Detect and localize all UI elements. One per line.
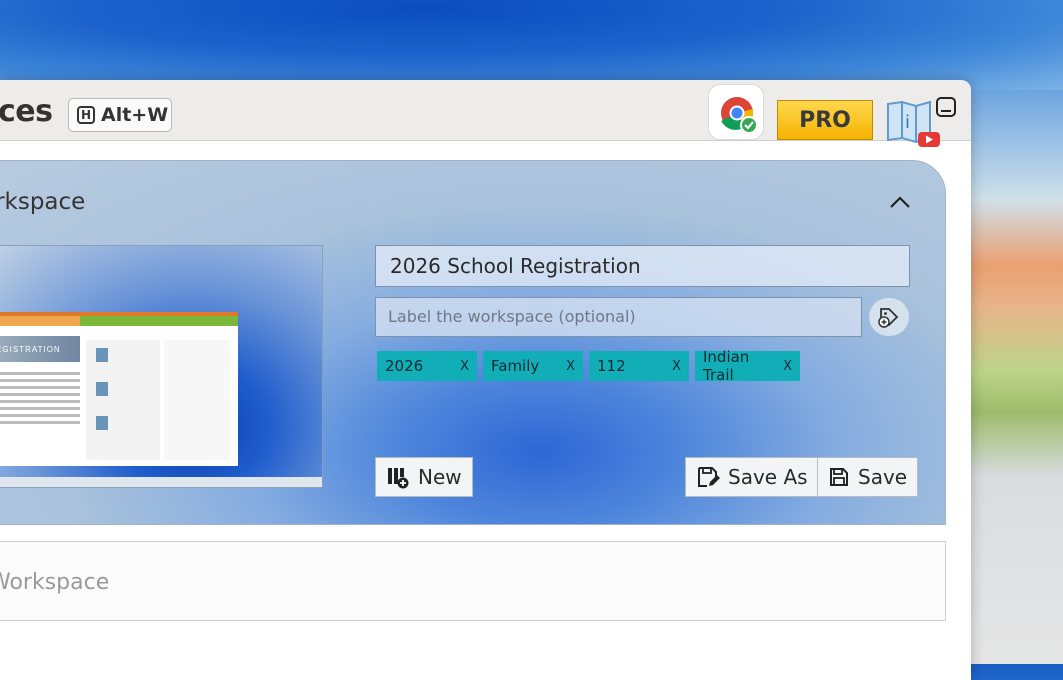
chrome-extension-button[interactable]: [708, 84, 764, 140]
shortcut-key-icon: H: [77, 106, 95, 124]
thumbnail-window: [80, 312, 238, 466]
save-as-icon: [698, 467, 720, 487]
tag-remove-button[interactable]: X: [672, 359, 681, 374]
tag-add-icon: [878, 308, 899, 328]
desktop-wallpaper: [0, 0, 1063, 90]
tag-chip: Indian Trail X: [695, 348, 800, 384]
video-help-icon: i: [887, 100, 940, 147]
thumbnail-banner: REGISTRATION: [0, 336, 82, 362]
tag-remove-button[interactable]: X: [566, 359, 575, 374]
lower-panel-title: Workspace: [0, 570, 110, 595]
pro-button[interactable]: PRO: [777, 100, 873, 140]
video-help-button[interactable]: i: [884, 98, 942, 148]
tag-remove-button[interactable]: X: [460, 359, 469, 374]
tag-chip: Family X: [483, 351, 583, 381]
tag-label: 2026: [385, 357, 424, 375]
save-as-button-label: Save As: [728, 465, 808, 489]
svg-text:i: i: [905, 112, 910, 133]
save-button[interactable]: Save: [817, 457, 919, 497]
chevron-up-icon: [890, 196, 910, 208]
workspace-name-input[interactable]: 2026 School Registration: [375, 245, 910, 287]
app-title: ces: [0, 94, 53, 129]
panel-title: orkspace: [0, 189, 86, 215]
chrome-check-icon: [721, 97, 758, 134]
thumbnail-window: REGISTRATION: [0, 312, 88, 466]
shortcut-badge: H Alt+W: [68, 98, 172, 132]
tag-chip: 2026 X: [377, 351, 477, 381]
save-icon: [830, 468, 848, 486]
workspace-panel: orkspace REGISTRATION 2026 School Regist…: [0, 160, 946, 525]
lower-workspace-panel: Workspace: [0, 541, 946, 621]
save-as-button[interactable]: Save As: [685, 457, 819, 497]
tag-label: 112: [597, 357, 626, 375]
tag-chip: 112 X: [589, 351, 689, 381]
new-workspace-icon: [388, 468, 409, 489]
save-button-label: Save: [858, 465, 908, 489]
workspace-thumbnail[interactable]: REGISTRATION: [0, 245, 323, 488]
add-tag-button[interactable]: [869, 298, 909, 336]
new-button-label: New: [418, 465, 462, 489]
tag-label: Indian Trail: [703, 348, 750, 384]
tag-list: 2026 X Family X 112 X Indian Trail X: [377, 348, 800, 384]
new-workspace-button[interactable]: New: [375, 457, 473, 497]
tag-remove-button[interactable]: X: [783, 359, 792, 374]
workspace-label-input[interactable]: Label the workspace (optional): [375, 297, 862, 337]
collapse-button[interactable]: [887, 191, 913, 213]
shortcut-label: Alt+W: [101, 104, 169, 126]
tag-label: Family: [491, 357, 540, 375]
